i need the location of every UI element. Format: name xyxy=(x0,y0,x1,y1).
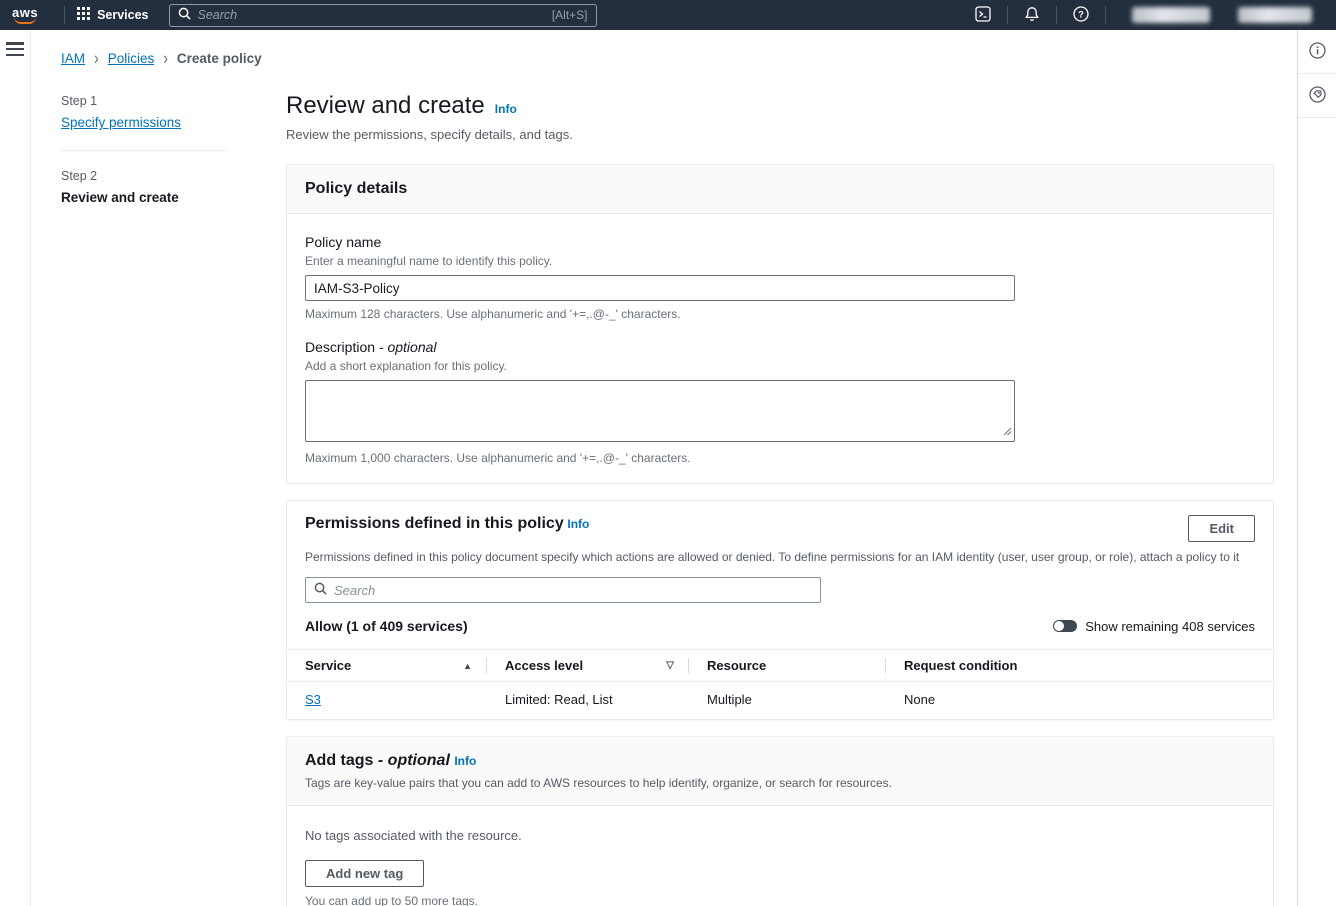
policy-name-help: Enter a meaningful name to identify this… xyxy=(305,254,1255,268)
add-new-tag-button[interactable]: Add new tag xyxy=(305,860,424,887)
show-remaining-toggle[interactable] xyxy=(1053,620,1077,632)
redacted-account-name xyxy=(1238,7,1312,23)
table-row: S3 Limited: Read, List Multiple None xyxy=(287,682,1273,720)
access-level-column-header[interactable]: Access level ▽ xyxy=(487,650,689,682)
redacted-region-name xyxy=(1132,7,1210,23)
side-menu-hamburger-button[interactable] xyxy=(6,42,24,56)
top-navigation-bar: aws Services [Alt+S] xyxy=(0,0,1336,30)
wizard-steps-sidebar: Step 1 Specify permissions Step 2 Review… xyxy=(61,82,286,906)
permissions-card: Permissions defined in this policy Info … xyxy=(286,500,1274,720)
description-constraint: Maximum 1,000 characters. Use alphanumer… xyxy=(305,451,1255,465)
breadcrumb-separator-icon: › xyxy=(163,48,168,69)
breadcrumb-separator-icon: › xyxy=(94,48,99,69)
permissions-description: Permissions defined in this policy docum… xyxy=(287,542,1273,564)
permissions-table: Service ▲ Access level ▽ xyxy=(287,649,1273,719)
breadcrumb-current-page: Create policy xyxy=(177,51,262,66)
cloudshell-terminal-icon xyxy=(975,6,991,25)
aws-logo[interactable]: aws xyxy=(12,7,38,24)
page-title: Review and create xyxy=(286,92,485,120)
step1-specify-permissions-link[interactable]: Specify permissions xyxy=(61,115,181,130)
help-button[interactable]: ? xyxy=(1069,6,1093,25)
no-tags-message: No tags associated with the resource. xyxy=(305,828,1255,843)
permissions-search-box[interactable] xyxy=(305,577,821,603)
policy-name-input[interactable] xyxy=(305,275,1015,301)
pricing-panel-button[interactable] xyxy=(1298,74,1336,118)
services-grid-icon xyxy=(77,7,90,23)
allow-services-count: Allow (1 of 409 services) xyxy=(305,618,468,634)
info-circle-icon xyxy=(1309,42,1326,62)
global-search-box[interactable]: [Alt+S] xyxy=(169,4,597,27)
search-icon xyxy=(178,7,191,23)
show-remaining-toggle-label: Show remaining 408 services xyxy=(1085,619,1255,634)
aws-logo-text: aws xyxy=(12,7,38,18)
policy-name-constraint: Maximum 128 characters. Use alphanumeric… xyxy=(305,307,1255,321)
left-rail xyxy=(0,30,31,906)
info-panel-button[interactable] xyxy=(1298,30,1336,74)
notifications-button[interactable] xyxy=(1020,6,1044,25)
permissions-search-input[interactable] xyxy=(334,583,812,598)
breadcrumb-iam-link[interactable]: IAM xyxy=(61,51,85,66)
search-icon xyxy=(314,582,327,598)
service-s3-link[interactable]: S3 xyxy=(305,692,321,707)
add-tags-card: Add tags - optional Info Tags are key-va… xyxy=(286,736,1274,906)
add-tags-description: Tags are key-value pairs that you can ad… xyxy=(305,776,1255,790)
bell-icon xyxy=(1024,6,1040,25)
permissions-info-link[interactable]: Info xyxy=(567,517,589,531)
breadcrumb: IAM › Policies › Create policy xyxy=(61,50,1297,66)
resource-cell: Multiple xyxy=(689,682,886,720)
step1-label: Step 1 xyxy=(61,94,286,108)
access-level-cell: Limited: Read, List xyxy=(487,682,689,720)
add-tags-title: Add tags - optional xyxy=(305,752,454,769)
page-title-info-link[interactable]: Info xyxy=(495,102,517,116)
cloudshell-button[interactable] xyxy=(971,6,995,25)
search-shortcut-hint: [Alt+S] xyxy=(552,8,588,22)
description-label: Description - optional xyxy=(305,339,1255,355)
nav-divider xyxy=(1056,6,1057,24)
nav-divider xyxy=(1007,6,1008,24)
description-help: Add a short explanation for this policy. xyxy=(305,359,1255,373)
resource-column-header: Resource xyxy=(689,650,886,682)
aws-smile-icon xyxy=(14,17,36,24)
account-menu[interactable] xyxy=(1224,7,1326,23)
description-textarea[interactable] xyxy=(305,380,1015,442)
region-menu[interactable] xyxy=(1118,7,1224,23)
policy-details-card: Policy details Policy name Enter a meani… xyxy=(286,164,1274,484)
policy-details-title: Policy details xyxy=(305,180,407,197)
svg-text:?: ? xyxy=(1078,9,1084,19)
sort-ascending-icon[interactable]: ▲ xyxy=(463,661,472,671)
step2-label: Step 2 xyxy=(61,169,286,183)
nav-divider xyxy=(64,6,65,24)
step2-review-and-create: Review and create xyxy=(61,190,286,205)
add-tags-info-link[interactable]: Info xyxy=(454,754,476,768)
description-optional-suffix: - optional xyxy=(379,339,437,355)
sort-filter-icon[interactable]: ▽ xyxy=(666,660,674,671)
services-menu[interactable]: Services xyxy=(77,7,148,23)
service-column-header[interactable]: Service ▲ xyxy=(287,650,487,682)
help-question-icon: ? xyxy=(1073,6,1089,25)
steps-divider xyxy=(61,150,226,151)
tags-limit-note: You can add up to 50 more tags. xyxy=(305,894,1255,906)
page-subtitle: Review the permissions, specify details,… xyxy=(286,127,1274,142)
services-label: Services xyxy=(97,8,148,22)
request-condition-cell: None xyxy=(886,682,1273,720)
policy-name-label: Policy name xyxy=(305,234,1255,250)
pricing-tag-icon xyxy=(1309,86,1326,106)
add-tags-optional-suffix: - optional xyxy=(378,752,450,769)
content-sheet: IAM › Policies › Create policy Step 1 Sp… xyxy=(31,30,1297,906)
request-condition-column-header: Request condition xyxy=(886,650,1273,682)
permissions-title: Permissions defined in this policy xyxy=(305,515,564,532)
breadcrumb-policies-link[interactable]: Policies xyxy=(108,51,155,66)
right-tools-panel xyxy=(1297,30,1336,906)
nav-divider xyxy=(1105,6,1106,24)
show-remaining-toggle-group[interactable]: Show remaining 408 services xyxy=(1053,619,1255,634)
edit-permissions-button[interactable]: Edit xyxy=(1188,515,1255,542)
global-search-input[interactable] xyxy=(198,8,552,22)
